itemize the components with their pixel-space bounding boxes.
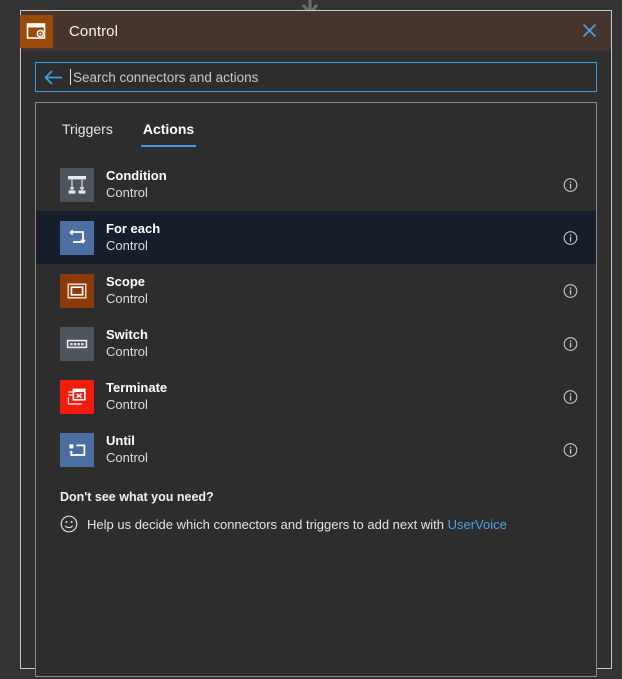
tab-strip: Triggers Actions	[36, 103, 596, 147]
picker-content: Triggers Actions Condition Control For e…	[35, 102, 597, 677]
until-icon	[60, 432, 94, 467]
list-item-text: Scope Control	[106, 274, 148, 307]
footer: Don't see what you need? Help us decide …	[36, 476, 596, 533]
list-item-subtitle: Control	[106, 343, 148, 359]
list-item-title: Terminate	[106, 380, 168, 396]
info-icon[interactable]	[563, 442, 578, 457]
list-item-subtitle: Control	[106, 449, 148, 465]
list-item-subtitle: Control	[106, 290, 148, 306]
smiley-icon	[60, 515, 78, 533]
list-item[interactable]: Until Control	[36, 423, 596, 476]
list-item-text: Until Control	[106, 433, 148, 466]
for-each-icon	[60, 220, 94, 255]
terminate-icon	[60, 379, 94, 414]
list-item-title: Scope	[106, 274, 146, 290]
list-item[interactable]: Switch Control	[36, 317, 596, 370]
connector-picker-panel: Control Triggers Actions	[20, 10, 612, 677]
list-item[interactable]: Terminate Control	[36, 370, 596, 423]
list-item-text: For each Control	[106, 221, 160, 254]
list-item-title: Until	[106, 433, 135, 449]
switch-icon	[60, 326, 94, 361]
list-item-subtitle: Control	[106, 396, 148, 412]
list-item-text: Condition Control	[106, 168, 167, 201]
tab-triggers[interactable]: Triggers	[60, 117, 115, 147]
search-bar[interactable]	[35, 62, 597, 92]
info-icon[interactable]	[563, 283, 578, 298]
footer-text-before: Help us decide which connectors and trig…	[87, 516, 444, 532]
actions-list: Condition Control For each Control Scope…	[36, 158, 596, 476]
list-item-subtitle: Control	[106, 184, 148, 200]
footer-heading: Don't see what you need?	[60, 490, 214, 504]
footer-uservoice-line: Help us decide which connectors and trig…	[60, 515, 596, 533]
list-item-title: Switch	[106, 327, 148, 343]
panel-titlebar: Control	[20, 11, 611, 51]
search-input[interactable]	[71, 64, 596, 90]
footer-text: Help us decide which connectors and trig…	[87, 517, 507, 532]
list-item-text: Terminate Control	[106, 380, 167, 413]
list-item[interactable]: For each Control	[36, 211, 596, 264]
panel-title: Control	[69, 22, 119, 40]
condition-icon	[60, 167, 94, 202]
list-item[interactable]: Condition Control	[36, 158, 596, 211]
list-item-title: For each	[106, 221, 161, 237]
back-arrow-icon[interactable]	[36, 63, 70, 91]
control-connector-icon	[20, 14, 53, 48]
uservoice-link[interactable]: UserVoice	[448, 517, 507, 532]
close-icon[interactable]	[573, 15, 605, 45]
info-icon[interactable]	[563, 389, 578, 404]
list-item[interactable]: Scope Control	[36, 264, 596, 317]
info-icon[interactable]	[563, 230, 578, 245]
list-item-title: Condition	[106, 168, 167, 184]
list-item-text: Switch Control	[106, 327, 148, 360]
list-item-subtitle: Control	[106, 237, 148, 253]
info-icon[interactable]	[563, 336, 578, 351]
scope-icon	[60, 273, 94, 308]
info-icon[interactable]	[563, 177, 578, 192]
tab-actions[interactable]: Actions	[140, 117, 197, 147]
